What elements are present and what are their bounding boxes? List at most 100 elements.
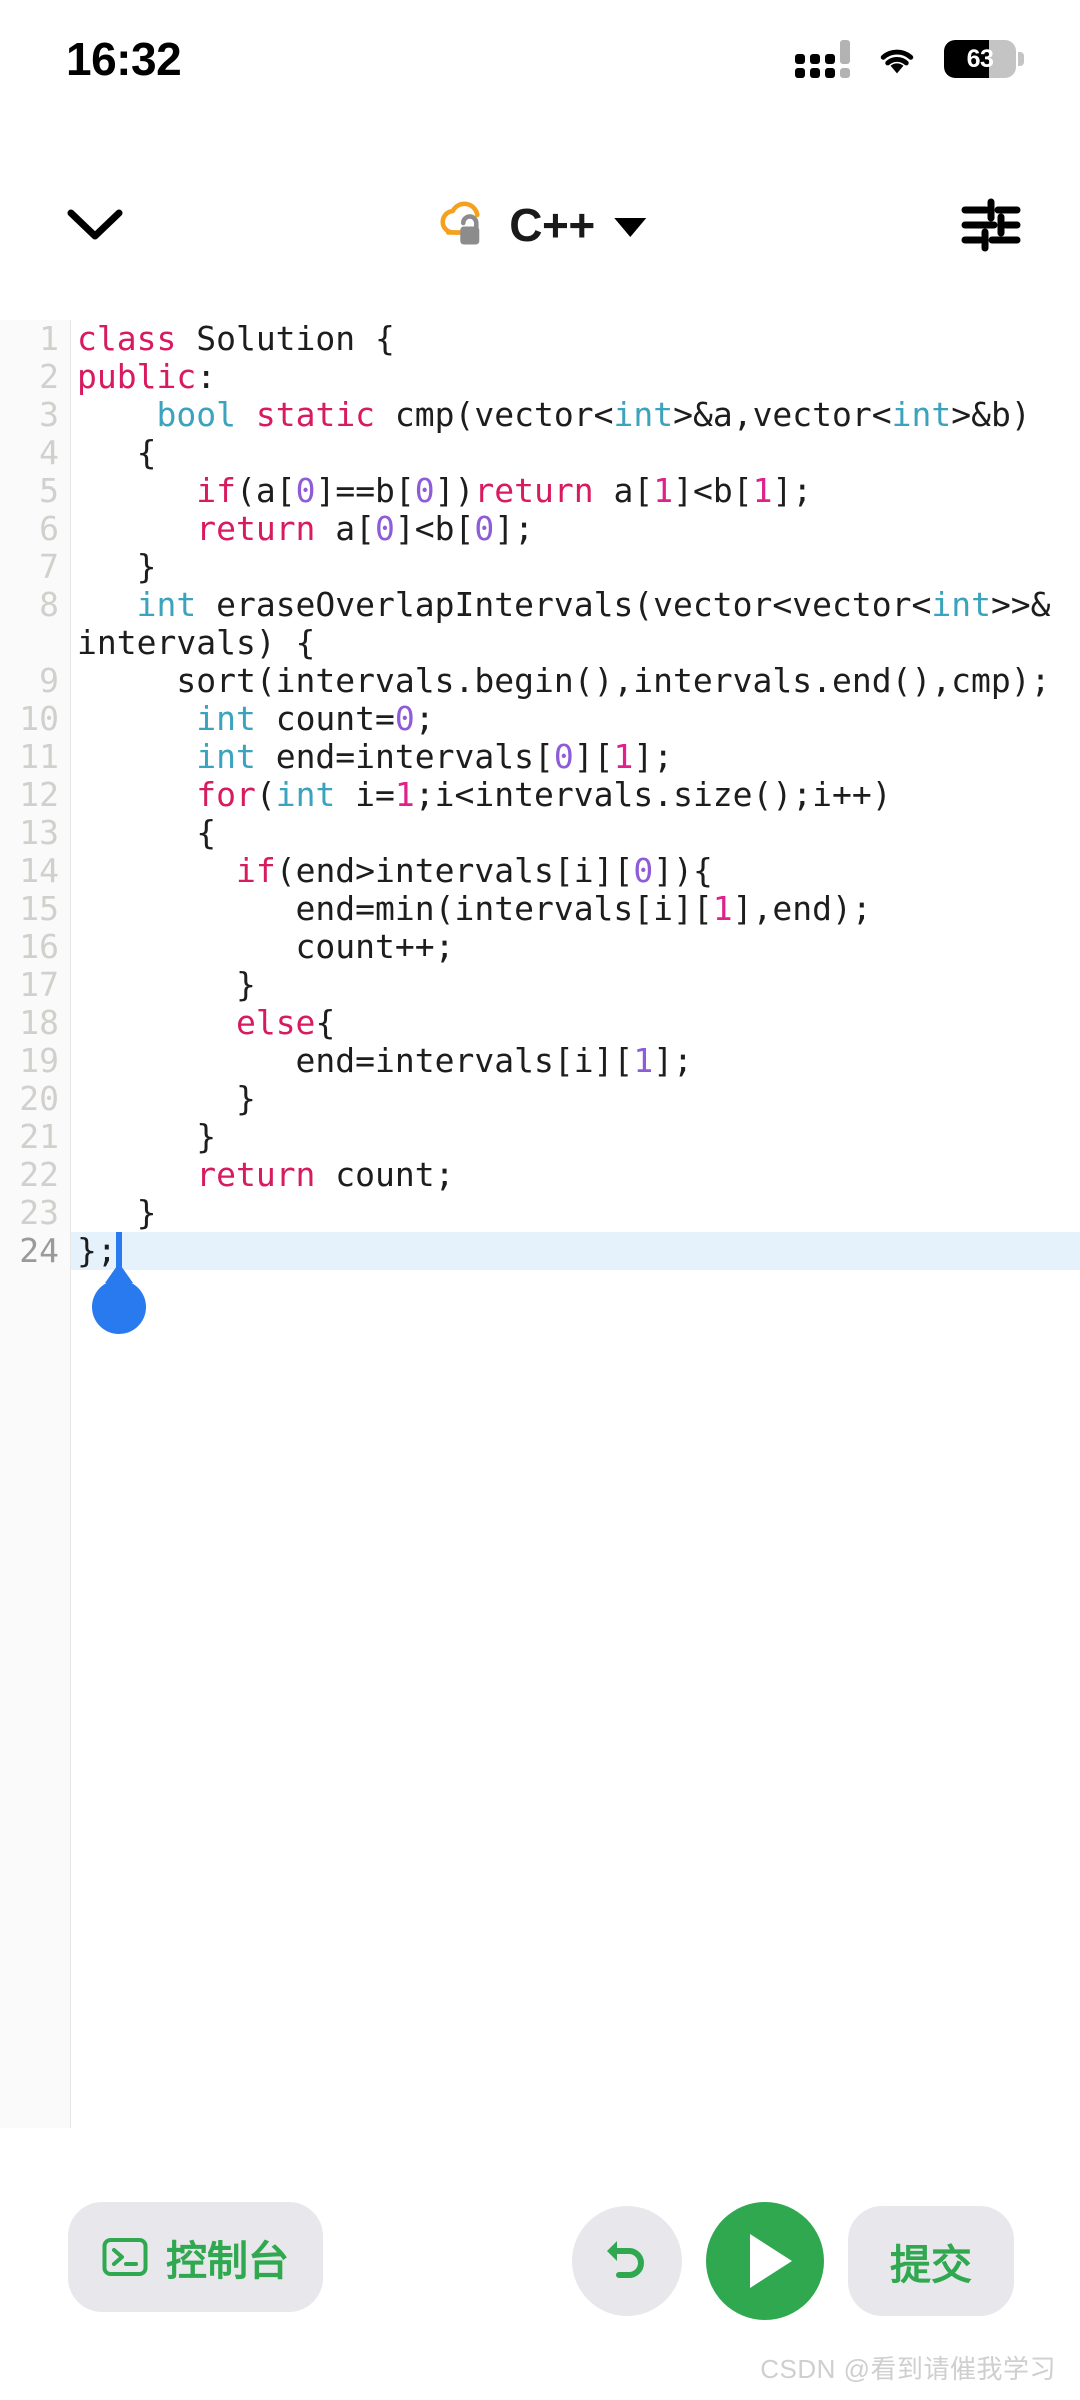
code-token: 1 — [712, 889, 733, 928]
battery-icon: 63 — [944, 40, 1024, 78]
code-token: 1 — [394, 775, 415, 814]
code-line[interactable]: int count=0; — [71, 700, 1080, 738]
code-token: else — [235, 1003, 316, 1042]
code-token: { — [77, 433, 157, 472]
code-token: end=intervals[ — [255, 737, 554, 776]
code-token: for — [196, 775, 256, 814]
play-icon — [749, 2234, 792, 2288]
line-number: 23 — [19, 1193, 59, 1232]
code-token: static — [255, 395, 376, 434]
code-line[interactable]: end=min(intervals[i][1],end); — [71, 890, 1080, 928]
code-token: public — [77, 357, 197, 396]
code-token: ]; — [633, 737, 674, 776]
code-line[interactable]: public: — [71, 358, 1080, 396]
line-number: 7 — [39, 547, 59, 586]
code-token: ],end); — [732, 889, 872, 928]
console-label: 控制台 — [166, 2238, 289, 2284]
status-time: 16:32 — [66, 33, 182, 85]
code-token: int — [196, 699, 256, 738]
code-token: int — [613, 395, 674, 434]
code-token: (end>intervals[i][ — [275, 851, 634, 890]
code-line[interactable]: }; — [71, 1232, 1080, 1270]
code-line[interactable]: } — [71, 1118, 1080, 1156]
code-token: sort(intervals.begin(),intervals.end(),c… — [77, 661, 1051, 700]
line-number: 19 — [19, 1041, 59, 1080]
code-token: int — [891, 395, 952, 434]
wifi-icon — [880, 49, 914, 74]
code-line[interactable]: int eraseOverlapIntervals(vector<vector<… — [71, 586, 1080, 662]
code-line[interactable]: bool static cmp(vector<int>&a,vector<int… — [71, 396, 1080, 434]
code-token: 1 — [613, 737, 634, 776]
code-token: 1 — [633, 1041, 654, 1080]
code-token: } — [77, 965, 256, 1004]
code-line[interactable]: end=intervals[i][1]; — [71, 1042, 1080, 1080]
code-token: bool — [156, 395, 236, 434]
code-token: int — [196, 737, 256, 776]
status-bar: 16:32 63 — [0, 0, 1080, 118]
status-icons: 63 — [795, 40, 1024, 78]
code-token: int — [931, 585, 991, 624]
line-number: 2 — [39, 357, 59, 396]
code-token: 0 — [633, 851, 654, 890]
code-token: } — [77, 1117, 217, 1156]
code-line[interactable]: return count; — [71, 1156, 1080, 1194]
line-number: 4 — [39, 433, 59, 472]
code-line[interactable]: { — [71, 814, 1080, 852]
code-line[interactable]: } — [71, 966, 1080, 1004]
code-line[interactable]: if(a[0]==b[0])return a[1]<b[1]; — [71, 472, 1080, 510]
line-number: 24 — [19, 1231, 59, 1270]
code-line[interactable]: int end=intervals[0][1]; — [71, 738, 1080, 776]
battery-percent: 63 — [966, 45, 994, 73]
code-token: ;i<intervals.size();i++) — [414, 775, 892, 814]
code-token: ][ — [573, 737, 614, 776]
code-token: count= — [255, 699, 395, 738]
submit-button[interactable]: 提交 — [848, 2206, 1014, 2316]
undo-button[interactable] — [572, 2206, 682, 2316]
caret-down-icon — [614, 218, 647, 237]
code-token: ]; — [772, 471, 813, 510]
line-number-gutter: 1 2 3 4 5 6 7 8 9 10 11 12 13 14 15 16 17 18 19 20 21 22 23 24 — [0, 320, 71, 2128]
code-token: ]) — [434, 471, 475, 510]
code-line[interactable]: } — [71, 1080, 1080, 1118]
line-number: 21 — [19, 1117, 59, 1156]
run-button[interactable] — [706, 2202, 824, 2320]
code-editor[interactable]: 1 2 3 4 5 6 7 8 9 10 11 12 13 14 15 16 17 18 19 20 21 22 23 24 … — [0, 320, 1080, 2128]
line-number: 1 — [39, 320, 59, 358]
caret-drag-handle[interactable] — [92, 1280, 146, 1334]
code-line[interactable]: } — [71, 1194, 1080, 1232]
line-number: 17 — [19, 965, 59, 1004]
line-number: 11 — [19, 737, 59, 776]
code-line[interactable]: { — [71, 434, 1080, 472]
code-token: 0 — [394, 699, 415, 738]
console-button[interactable]: 控制台 — [68, 2202, 323, 2312]
code-token: ]; — [494, 509, 535, 548]
collapse-button[interactable] — [52, 182, 138, 268]
code-line[interactable]: class Solution { — [71, 320, 1080, 358]
signal-bars-icon — [795, 40, 850, 78]
code-line[interactable]: sort(intervals.begin(),intervals.end(),c… — [71, 662, 1080, 700]
code-line[interactable]: if(end>intervals[i][0]){ — [71, 852, 1080, 890]
code-line[interactable]: for(int i=1;i<intervals.size();i++) — [71, 776, 1080, 814]
code-token: count++; — [77, 927, 455, 966]
code-token: return — [196, 509, 316, 548]
code-token: } — [77, 1079, 256, 1118]
code-line[interactable]: } — [71, 548, 1080, 586]
code-token: int — [275, 775, 336, 814]
line-number: 9 — [39, 661, 59, 700]
code-token: eraseOverlapIntervals(vector<vector< — [196, 585, 932, 624]
watermark: CSDN @看到请催我学习 — [760, 2354, 1056, 2384]
code-token: ]<b[ — [673, 471, 753, 510]
settings-button[interactable] — [948, 182, 1034, 268]
code-token: 0 — [375, 509, 395, 548]
code-token: 0 — [295, 471, 316, 510]
code-line[interactable]: count++; — [71, 928, 1080, 966]
code-line[interactable]: return a[0]<b[0]; — [71, 510, 1080, 548]
language-selector[interactable]: C++ — [433, 198, 647, 252]
battery-tip — [1018, 52, 1024, 66]
code-line[interactable]: else{ — [71, 1004, 1080, 1042]
code-token: 0 — [553, 737, 574, 776]
code-content[interactable]: class Solution {public: bool static cmp(… — [71, 320, 1080, 2128]
